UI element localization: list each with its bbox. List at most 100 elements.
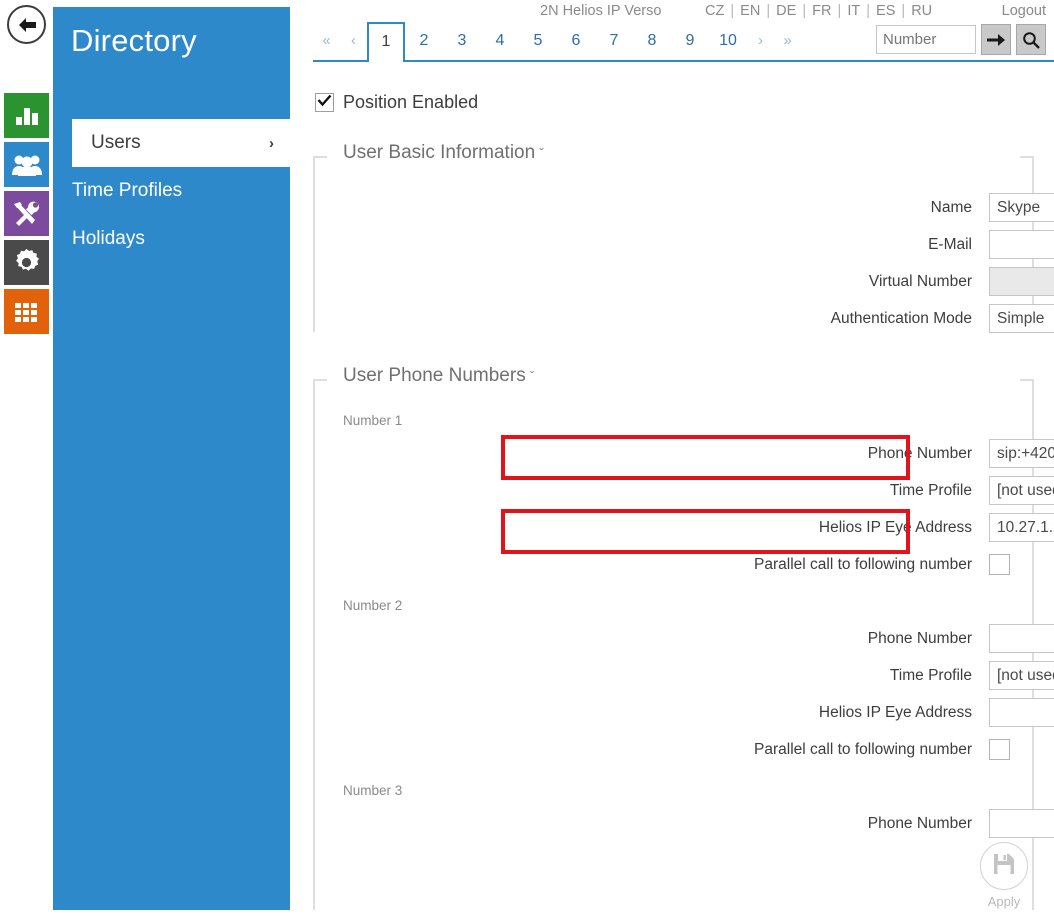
go-button[interactable] <box>981 24 1011 55</box>
field-label: Name <box>581 199 981 217</box>
page-title: Directory <box>71 23 197 59</box>
field-label: Phone Number <box>581 630 981 648</box>
rail-item-directory[interactable] <box>4 142 49 187</box>
email-input[interactable] <box>989 230 1054 259</box>
language-separator: | <box>724 3 740 19</box>
language-option-es[interactable]: ES <box>876 3 895 19</box>
field-control <box>989 513 1054 542</box>
field-row-phone-number-1: Phone Number <box>305 438 1034 469</box>
field-label: Phone Number <box>581 445 981 463</box>
sidebar-item-time-profiles[interactable]: Time Profiles <box>53 167 290 215</box>
field-label: Helios IP Eye Address <box>581 519 981 537</box>
apply-label: Apply <box>966 894 1042 909</box>
back-arrow-icon <box>16 16 38 34</box>
number-group-title: Number 3 <box>343 783 402 798</box>
pagination-row: «‹12345678910›» <box>305 22 1054 65</box>
field-row-parallel-call-1: Parallel call to following number <box>305 549 1034 580</box>
pagination-page-4[interactable]: 4 <box>481 22 519 60</box>
apply-button[interactable]: Apply <box>966 842 1042 909</box>
rail-item-services[interactable] <box>4 240 49 285</box>
helios-ip-eye-address-input-2[interactable] <box>989 698 1054 727</box>
pagination-page-2[interactable]: 2 <box>405 22 443 60</box>
legend-text: User Basic Information <box>343 142 535 163</box>
helios-ip-eye-address-input-1[interactable] <box>989 513 1054 542</box>
sidebar-item-holidays[interactable]: Holidays <box>53 215 290 263</box>
authentication-mode-select[interactable]: Simple ▼ <box>989 304 1054 333</box>
icon-rail <box>0 0 53 917</box>
field-control <box>989 739 1010 760</box>
grid-icon <box>14 300 40 324</box>
field-control: Simple ▼ <box>989 304 1054 333</box>
number-group-title: Number 1 <box>343 413 402 428</box>
pagination-last[interactable]: » <box>774 22 801 60</box>
parallel-call-checkbox-2[interactable] <box>989 739 1010 760</box>
select-value: [not used] <box>997 482 1054 500</box>
name-input[interactable] <box>989 193 1054 222</box>
back-button[interactable] <box>7 5 46 44</box>
pagination-page-5[interactable]: 5 <box>519 22 557 60</box>
language-option-ru[interactable]: RU <box>911 3 932 19</box>
language-separator: | <box>796 3 812 19</box>
language-selector[interactable]: CZ | EN | DE | FR | IT | ES | RU <box>705 3 932 19</box>
field-row-time-profile-2: Time Profile [not used] ▼ <box>305 660 1034 691</box>
save-floppy-icon <box>993 853 1015 880</box>
sidebar-item-users[interactable]: Users › <box>72 119 290 167</box>
field-control <box>989 193 1054 222</box>
time-profile-select-2[interactable]: [not used] ▼ <box>989 661 1054 690</box>
search-group <box>876 24 1046 55</box>
tools-icon <box>13 201 40 227</box>
field-label: Authentication Mode <box>581 310 981 328</box>
position-enabled-checkbox[interactable] <box>315 93 334 112</box>
field-control <box>989 809 1054 838</box>
sidebar: Directory Users › Time Profiles Holidays <box>53 7 290 910</box>
bar-chart-icon <box>14 104 40 128</box>
pagination-page-8[interactable]: 8 <box>633 22 671 60</box>
time-profile-select-1[interactable]: [not used] ▼ <box>989 476 1054 505</box>
arrow-right-icon <box>987 33 1005 47</box>
phone-number-input-2[interactable] <box>989 624 1054 653</box>
user-basic-information-legend[interactable]: User Basic Informationˇ <box>343 142 552 164</box>
language-separator: | <box>860 3 876 19</box>
position-enabled-label: Position Enabled <box>343 92 478 113</box>
legend-text: User Phone Numbers <box>343 365 526 386</box>
search-input[interactable] <box>876 25 976 54</box>
pagination-page-1[interactable]: 1 <box>367 22 405 62</box>
field-label: Helios IP Eye Address <box>581 704 981 722</box>
language-option-cz[interactable]: CZ <box>705 3 724 19</box>
rail-item-status[interactable] <box>4 93 49 138</box>
logout-link[interactable]: Logout <box>1002 3 1046 19</box>
pagination-first[interactable]: « <box>313 22 340 60</box>
field-control <box>989 439 1054 468</box>
checkmark-icon <box>317 94 332 112</box>
pagination-page-7[interactable]: 7 <box>595 22 633 60</box>
pagination-page-3[interactable]: 3 <box>443 22 481 60</box>
search-button[interactable] <box>1016 24 1046 55</box>
user-phone-numbers-fieldset: User Phone Numbersˇ Number 1 Phone Numbe… <box>305 365 1034 910</box>
chevron-down-icon: ˇ <box>530 368 535 384</box>
phone-number-input-3[interactable] <box>989 809 1054 838</box>
sidebar-item-label: Holidays <box>72 228 145 250</box>
field-control <box>989 267 1054 296</box>
position-enabled-row[interactable]: Position Enabled <box>315 92 478 113</box>
pagination-page-6[interactable]: 6 <box>557 22 595 60</box>
field-control <box>989 698 1054 727</box>
field-label: Time Profile <box>581 482 981 500</box>
chevron-down-icon: ˇ <box>539 145 544 161</box>
pagination-prev[interactable]: ‹ <box>340 22 367 60</box>
user-phone-numbers-legend[interactable]: User Phone Numbersˇ <box>343 365 542 387</box>
rail-item-hardware[interactable] <box>4 191 49 236</box>
pagination-page-10[interactable]: 10 <box>709 22 747 60</box>
field-control <box>989 230 1054 259</box>
rail-item-system[interactable] <box>4 289 49 334</box>
parallel-call-checkbox-1[interactable] <box>989 554 1010 575</box>
pagination-page-9[interactable]: 9 <box>671 22 709 60</box>
pagination-next[interactable]: › <box>747 22 774 60</box>
field-row-eye-address-2: Helios IP Eye Address <box>305 697 1034 728</box>
phone-number-input-1[interactable] <box>989 439 1054 468</box>
language-option-fr[interactable]: FR <box>812 3 831 19</box>
language-option-de[interactable]: DE <box>776 3 796 19</box>
sidebar-item-label: Users <box>91 132 141 154</box>
language-option-en[interactable]: EN <box>740 3 760 19</box>
language-separator: | <box>760 3 776 19</box>
language-option-it[interactable]: IT <box>847 3 860 19</box>
